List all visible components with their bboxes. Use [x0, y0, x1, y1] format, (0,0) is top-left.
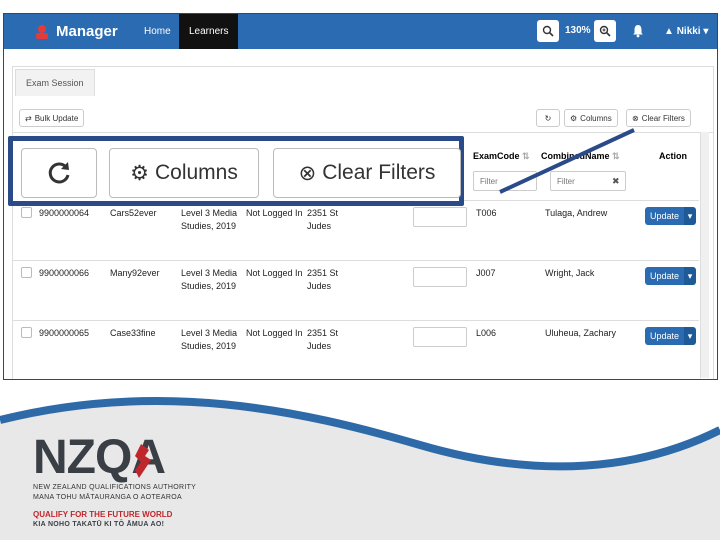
- zoom-in-button[interactable]: [594, 20, 616, 42]
- top-navbar: Manager Home Learners 130% ▲ Nikki ▾: [4, 14, 717, 49]
- chevron-down-icon: ▾: [703, 26, 709, 37]
- tab-exam-session[interactable]: Exam Session: [15, 69, 95, 96]
- clear-filters-button[interactable]: ⊗ Clear Filters: [626, 109, 691, 127]
- cell-code: T006: [476, 208, 497, 218]
- row-input[interactable]: [413, 267, 467, 287]
- clear-icon: ⊗: [298, 161, 317, 185]
- nav-learners[interactable]: Learners: [179, 14, 239, 49]
- user-name: Nikki: [676, 26, 701, 37]
- cell-standard: Level 3 Media Studies, 2019: [181, 208, 238, 231]
- nzqa-name-line: NEW ZEALAND QUALIFICATIONS AUTHORITY: [33, 484, 197, 491]
- clear-filters-label: Clear Filters: [641, 113, 685, 123]
- sort-icon: ⇅: [522, 151, 530, 161]
- cell-status: Not Logged In: [246, 328, 303, 338]
- cell-standard: Level 3 Media Studies, 2019: [181, 328, 238, 351]
- zoom-callout: ⚙ Columns ⊗ Clear Filters: [8, 136, 464, 206]
- cell-nsn: 9900000065: [39, 328, 90, 338]
- row-input[interactable]: [413, 327, 467, 347]
- nzqa-maori-line: MANA TOHU MĀTAURANGA O AOTEAROA: [33, 494, 182, 501]
- header-exam-code-label: ExamCode: [473, 151, 520, 161]
- cell-nsn: 9900000064: [39, 208, 90, 218]
- new-zealand-map-icon: [135, 444, 151, 478]
- magnifier-minus-icon: [542, 25, 554, 37]
- header-exam-code[interactable]: ExamCode ⇅: [473, 151, 530, 162]
- clear-icon: ⊗: [632, 113, 639, 123]
- update-label: Update: [645, 207, 685, 225]
- sort-icon: ⇅: [612, 151, 620, 161]
- cell-nsn: 9900000066: [39, 268, 90, 278]
- row-checkbox[interactable]: [21, 267, 32, 278]
- cell-name: Uluheua, Zachary: [545, 328, 617, 338]
- row-checkbox[interactable]: [21, 207, 32, 218]
- table-row[interactable]: 9900000065 Case33fine Level 3 Media Studie…: [13, 320, 699, 379]
- header-combined-name[interactable]: CombinedName ⇅: [541, 151, 620, 162]
- cell-status: Not Logged In: [246, 268, 303, 278]
- caret-down-icon[interactable]: ▾: [684, 207, 697, 225]
- cell-code: L006: [476, 328, 497, 338]
- close-icon[interactable]: ✖: [612, 176, 620, 187]
- refresh-button[interactable]: ↻: [536, 109, 560, 127]
- cell-status: Not Logged In: [246, 208, 303, 218]
- update-button[interactable]: Update ▾: [645, 207, 697, 225]
- cell-location: 2351 St Judes: [307, 328, 339, 351]
- swap-icon: ⇄: [25, 113, 32, 123]
- caret-down-icon[interactable]: ▾: [684, 267, 697, 285]
- update-button[interactable]: Update ▾: [645, 327, 697, 345]
- name-filter-wrap: ✖: [550, 171, 626, 191]
- columns-button[interactable]: ⚙ Columns: [564, 109, 618, 127]
- callout-clear-filters-label: Clear Filters: [322, 161, 436, 184]
- exam-code-filter[interactable]: [473, 171, 537, 191]
- nzqa-slogan-maori: KIA NOHO TAKATŪ KI TŌ ĀMUA AO!: [33, 521, 165, 528]
- bulk-update-button[interactable]: ⇄ Bulk Update: [19, 109, 85, 127]
- magnifier-plus-icon: [599, 25, 611, 37]
- brand[interactable]: Manager: [34, 19, 118, 44]
- bulk-update-label: Bulk Update: [34, 113, 79, 123]
- cell-name: Wright, Jack: [545, 268, 595, 278]
- nav-home[interactable]: Home: [134, 14, 181, 49]
- columns-label: Columns: [580, 113, 612, 123]
- cell-user: Cars52ever: [110, 208, 157, 218]
- brand-name: Manager: [56, 23, 118, 40]
- bell-icon[interactable]: [632, 24, 644, 38]
- cell-location: 2351 St Judes: [307, 208, 339, 231]
- header-combined-name-label: CombinedName: [541, 151, 610, 161]
- callout-clear-filters-button[interactable]: ⊗ Clear Filters: [273, 148, 461, 198]
- cell-name: Tulaga, Andrew: [545, 208, 608, 218]
- callout-columns-label: Columns: [154, 161, 238, 184]
- gear-icon: ⚙: [570, 113, 578, 123]
- table-row[interactable]: 9900000064 Cars52ever Level 3 Media Studie…: [13, 200, 699, 261]
- grid-scrollbar[interactable]: [700, 132, 709, 378]
- cell-code: J007: [476, 268, 496, 278]
- nzqa-slogan: QUALIFY FOR THE FUTURE WORLD: [33, 510, 173, 519]
- header-action: Action: [659, 151, 687, 161]
- user-menu[interactable]: ▲ Nikki ▾: [664, 14, 708, 49]
- callout-columns-button[interactable]: ⚙ Columns: [109, 148, 259, 198]
- brand-logo-icon: [36, 24, 48, 39]
- cell-user: Many92ever: [110, 268, 160, 278]
- table-row[interactable]: 9900000066 Many92ever Level 3 Media Studie…: [13, 260, 699, 321]
- callout-refresh-button[interactable]: [21, 148, 97, 198]
- cell-standard: Level 3 Media Studies, 2019: [181, 268, 238, 291]
- gear-icon: ⚙: [130, 161, 149, 185]
- refresh-icon: ↻: [544, 113, 552, 123]
- update-button[interactable]: Update ▾: [645, 267, 697, 285]
- refresh-icon: [48, 162, 70, 184]
- cell-user: Case33fine: [110, 328, 156, 338]
- update-label: Update: [645, 267, 685, 285]
- zoom-level: 130%: [565, 25, 591, 36]
- update-label: Update: [645, 327, 685, 345]
- user-icon: ▲: [664, 26, 674, 37]
- row-checkbox[interactable]: [21, 327, 32, 338]
- caret-down-icon[interactable]: ▾: [684, 327, 697, 345]
- zoom-out-button[interactable]: [537, 20, 559, 42]
- cell-location: 2351 St Judes: [307, 268, 339, 291]
- row-input[interactable]: [413, 207, 467, 227]
